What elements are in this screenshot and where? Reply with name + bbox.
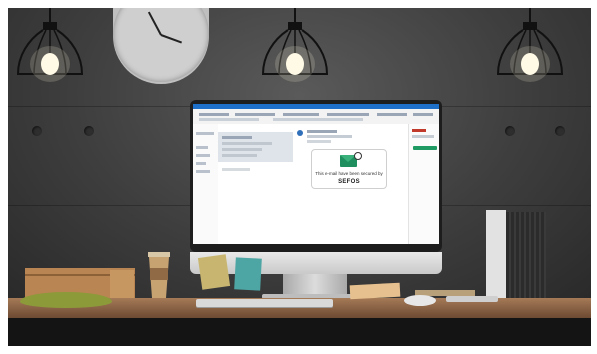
message-line	[222, 142, 272, 145]
message-line	[222, 168, 250, 171]
folder-pane	[193, 124, 219, 244]
monitor-screen: This e-mail have been secured by SEFOS	[193, 104, 439, 244]
banana	[20, 292, 112, 308]
books	[486, 210, 546, 300]
cardboard-box-side	[110, 270, 134, 298]
sticky-note-teal	[234, 257, 262, 291]
add-in-button[interactable]	[413, 146, 437, 150]
message-line	[222, 154, 257, 157]
sticky-note-yellow	[197, 254, 231, 290]
wooden-block	[349, 282, 401, 300]
pendant-lamp	[16, 8, 84, 82]
secured-notice-card: This e-mail have been secured by SEFOS	[311, 149, 387, 189]
wall-bolt	[555, 126, 565, 136]
email-ribbon	[193, 104, 439, 125]
message-line	[222, 148, 262, 151]
phone	[446, 296, 498, 302]
monitor-stand	[283, 274, 347, 296]
ribbon-item	[377, 113, 407, 116]
secured-text: This e-mail have been secured by	[315, 171, 383, 176]
book-white	[486, 210, 506, 300]
avatar	[297, 130, 303, 136]
ribbon-item	[327, 113, 369, 116]
folder-item	[196, 154, 210, 157]
book-dark	[506, 212, 546, 300]
ribbon-item	[283, 113, 319, 116]
desk-front	[8, 318, 591, 346]
sender-line	[307, 130, 337, 133]
folder-item	[196, 162, 206, 165]
wall-bolt	[505, 126, 515, 136]
mouse	[404, 295, 436, 306]
recipient-line	[307, 140, 331, 143]
ribbon-item	[413, 113, 433, 116]
folder-item	[196, 146, 208, 149]
wall-bolt	[84, 126, 94, 136]
title-bar	[193, 104, 439, 109]
add-in-logo	[412, 129, 426, 132]
message-list	[218, 124, 294, 244]
ribbon-item	[199, 118, 259, 121]
pendant-lamp	[261, 8, 329, 82]
folder-item	[196, 132, 214, 135]
ribbon-item	[235, 113, 275, 116]
scene: This e-mail have been secured by SEFOS	[0, 0, 597, 354]
add-in-line	[412, 135, 434, 138]
ribbon-item	[199, 113, 229, 116]
ribbon-item	[273, 118, 363, 121]
subject-line	[307, 135, 352, 138]
sefos-logo: SEFOS	[338, 179, 360, 185]
folder-item	[196, 170, 210, 173]
pendant-lamp	[496, 8, 564, 82]
lock-icon	[354, 152, 362, 160]
message-line	[222, 136, 252, 139]
add-in-pane	[408, 124, 439, 244]
keyboard	[196, 299, 333, 307]
coffee-cup	[148, 252, 170, 298]
wall-bolt	[32, 126, 42, 136]
